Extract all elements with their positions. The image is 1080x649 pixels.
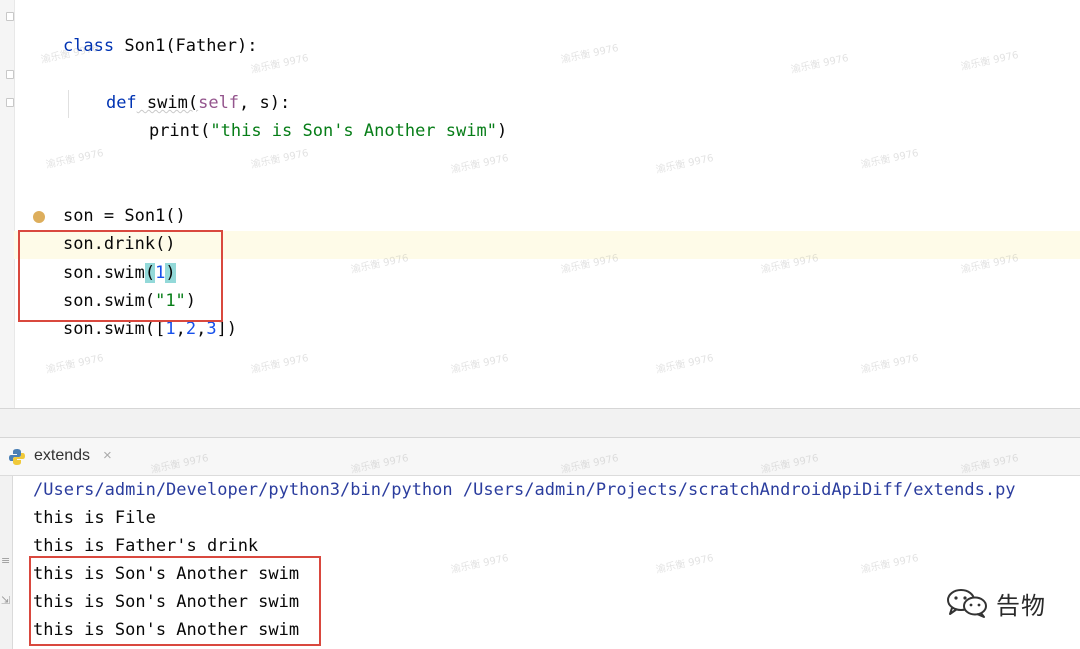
code-line[interactable]: son = Son1(): [22, 174, 186, 226]
number-literal: 2: [185, 319, 197, 339]
code-text: ): [496, 121, 508, 141]
code-line[interactable]: son.swim(1): [22, 231, 176, 283]
code-line[interactable]: son.swim([1,2,3]): [22, 287, 237, 339]
code-text: son.swim([: [62, 319, 166, 339]
run-tab-extends[interactable]: extends: [34, 447, 90, 465]
code-text: print(: [148, 121, 211, 141]
scroll-to-end-icon[interactable]: ≡: [1, 554, 11, 568]
fold-marker-icon[interactable]: [6, 12, 14, 21]
code-text: ,: [196, 319, 207, 339]
fold-marker-icon[interactable]: [6, 98, 14, 107]
editor-gutter: [0, 0, 15, 410]
console-line: this is Son's Another swim: [33, 620, 300, 640]
fold-marker-icon[interactable]: [6, 70, 14, 79]
code-line[interactable]: class Son1(Father):: [22, 4, 257, 56]
code-text: Son1(Father):: [114, 36, 258, 56]
soft-wrap-icon[interactable]: ⇲: [1, 594, 11, 608]
wechat-icon: [947, 589, 987, 618]
panel-splitter[interactable]: [0, 408, 1080, 438]
code-text: ,: [175, 319, 186, 339]
code-line[interactable]: son.swim("1"): [22, 259, 196, 311]
code-text: ]): [216, 319, 238, 339]
console-line: this is Father's drink: [33, 536, 259, 556]
close-tab-icon[interactable]: ×: [103, 447, 112, 464]
brand-label: 告物: [996, 592, 1046, 620]
number-literal: 3: [206, 319, 217, 339]
wechat-branding: 告物: [946, 586, 1046, 620]
code-line[interactable]: son.drink(): [22, 202, 176, 254]
intention-bulb-icon[interactable]: [33, 211, 45, 223]
code-line[interactable]: print("this is Son's Another swim"): [108, 89, 507, 141]
number-literal: 1: [165, 319, 176, 339]
console-toolbar: ≡ ⇲: [0, 476, 13, 649]
string-literal: "this is Son's Another swim": [210, 121, 497, 141]
console-line: /Users/admin/Developer/python3/bin/pytho…: [33, 480, 1016, 500]
console-line: this is Son's Another swim: [33, 592, 300, 612]
python-icon: [9, 449, 25, 465]
console-line: this is File: [33, 508, 156, 528]
console-line: this is Son's Another swim: [33, 564, 300, 584]
code-editor[interactable]: class Son1(Father): def swim(self, s): p…: [0, 0, 1080, 410]
